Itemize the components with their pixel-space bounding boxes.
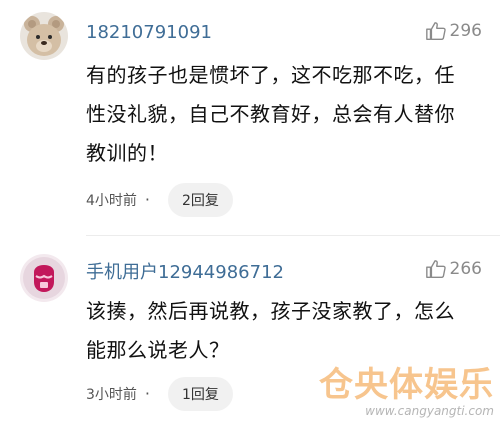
- avatar[interactable]: [20, 254, 68, 302]
- reply-button[interactable]: 2回复: [168, 183, 233, 217]
- default-user-icon: [20, 254, 68, 302]
- comment-time: 4小时前: [86, 193, 137, 209]
- comment-text: 该揍，然后再说教，孩子没家教了，怎么 能那么说老人？: [86, 299, 455, 362]
- comment-text: 有的孩子也是惯坏了，这不吃那不吃，任 性没礼貌，自己不教育好，总会有人替你 教训…: [86, 63, 455, 165]
- comment-meta: 3小时前 · 1回复: [86, 377, 233, 411]
- thumbs-up-icon: [425, 22, 446, 40]
- separator-dot: ·: [144, 384, 151, 403]
- avatar[interactable]: [20, 12, 68, 60]
- username[interactable]: 18210791091: [86, 22, 212, 43]
- reply-button[interactable]: 1回复: [168, 377, 233, 411]
- teddy-bear-icon: [20, 12, 68, 60]
- username[interactable]: 手机用户12944986712: [86, 258, 284, 284]
- like-count: 296: [449, 21, 482, 41]
- like-count: 266: [449, 259, 482, 279]
- comment-item-1: 18210791091 296 有的孩子也是惯坏了，这不吃那不吃，任 性没礼貌，…: [0, 0, 500, 236]
- comment-time: 3小时前: [86, 387, 137, 403]
- like-button[interactable]: 296: [425, 20, 482, 42]
- comment-meta: 4小时前 · 2回复: [86, 183, 233, 217]
- thumbs-up-icon: [425, 260, 446, 278]
- separator-dot: ·: [144, 190, 151, 209]
- comment-item-2: 手机用户12944986712 266 该揍，然后再说教，孩子没家教了，怎么 能…: [0, 236, 500, 426]
- like-button[interactable]: 266: [425, 258, 482, 280]
